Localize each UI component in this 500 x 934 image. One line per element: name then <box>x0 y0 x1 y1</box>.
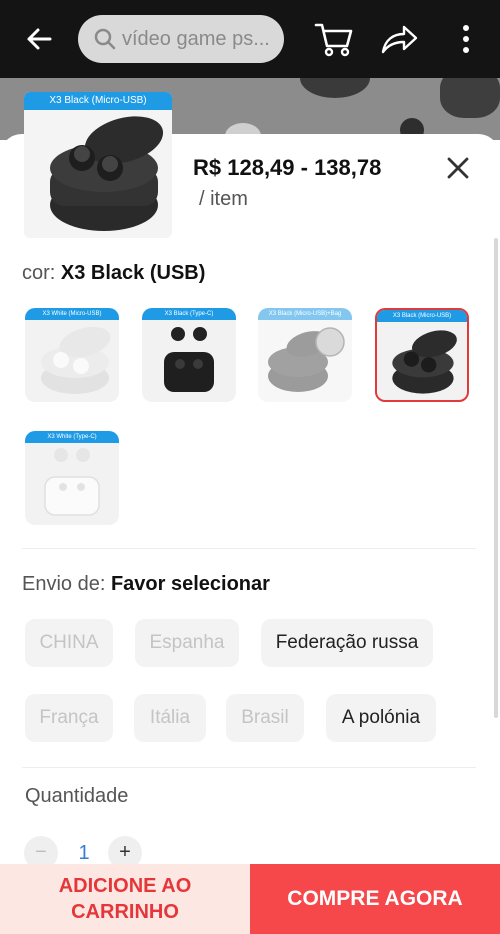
search-bar[interactable]: vídeo game ps... <box>78 15 284 63</box>
earbuds-white-open-image <box>44 448 100 516</box>
ship-option-brasil[interactable]: Brasil <box>226 694 304 742</box>
product-main-image: X3 Black (Micro-USB) <box>24 92 172 238</box>
ship-option-espanha[interactable]: Espanha <box>135 619 239 667</box>
more-vertical-icon[interactable] <box>456 22 476 56</box>
price-range: R$ 128,49 - 138,78 <box>193 155 382 180</box>
ship-option-a-polonia[interactable]: A polónia <box>326 694 436 742</box>
color-variant-white-type-c[interactable]: X3 White (Type-C) <box>25 431 119 525</box>
color-variant-black-type-c[interactable]: X3 Black (Type-C) <box>142 308 236 402</box>
color-label-row: cor: X3 Black (USB) <box>22 262 205 285</box>
share-icon[interactable] <box>380 22 418 56</box>
color-variant-black-micro-usb-bag[interactable]: X3 Black (Micro-USB)+Bag <box>258 308 352 402</box>
earbuds-case-black-image <box>50 116 164 231</box>
price-unit: / item <box>199 188 248 210</box>
ship-option-italia[interactable]: Itália <box>134 694 206 742</box>
variant-tag: X3 Black (Micro-USB) <box>377 310 467 322</box>
variant-tag: X3 White (Type-C) <box>25 431 119 443</box>
section-divider <box>22 548 476 549</box>
scrollbar[interactable] <box>494 238 498 718</box>
variant-tag: X3 White (Micro-USB) <box>25 308 119 320</box>
earbuds-black-image <box>392 330 457 394</box>
color-selected-value: X3 Black (USB) <box>60 262 206 284</box>
color-variant-black-micro-usb[interactable]: X3 Black (Micro-USB) <box>375 308 469 402</box>
shipping-label: Envio de: <box>22 573 106 595</box>
ship-option-federacao-russa[interactable]: Federação russa <box>261 619 433 667</box>
search-icon <box>94 28 116 50</box>
shipping-label-row: Envio de: Favor selecionar <box>22 573 270 596</box>
shipping-selected-value: Favor selecionar <box>110 573 270 595</box>
search-placeholder: vídeo game ps... <box>122 27 270 50</box>
quantity-label: Quantidade <box>25 785 129 807</box>
variant-tag: X3 Black (Type-C) <box>142 308 236 320</box>
main-image-tag: X3 Black (Micro-USB) <box>24 92 172 110</box>
color-label: cor: <box>22 262 56 284</box>
earbuds-white-image <box>41 326 111 394</box>
buy-now-button[interactable]: COMPRE AGORA <box>250 864 500 934</box>
quantity-value[interactable]: 1 <box>76 842 92 865</box>
back-arrow-icon[interactable] <box>22 22 56 56</box>
cart-icon[interactable] <box>314 20 354 58</box>
variant-tag: X3 Black (Micro-USB)+Bag <box>258 308 352 320</box>
section-divider <box>22 767 476 768</box>
add-to-cart-button[interactable]: ADICIONE AO CARRINHO <box>0 864 250 934</box>
close-icon[interactable] <box>444 154 472 182</box>
earbuds-black-with-bag-image <box>268 327 345 392</box>
color-variant-white-micro-usb[interactable]: X3 White (Micro-USB) <box>25 308 119 402</box>
ship-option-franca[interactable]: França <box>25 694 113 742</box>
variant-sheet <box>0 134 500 934</box>
ship-option-china[interactable]: CHINA <box>25 619 113 667</box>
app-bar: vídeo game ps... <box>0 0 500 78</box>
earbuds-black-open-image <box>164 327 214 392</box>
